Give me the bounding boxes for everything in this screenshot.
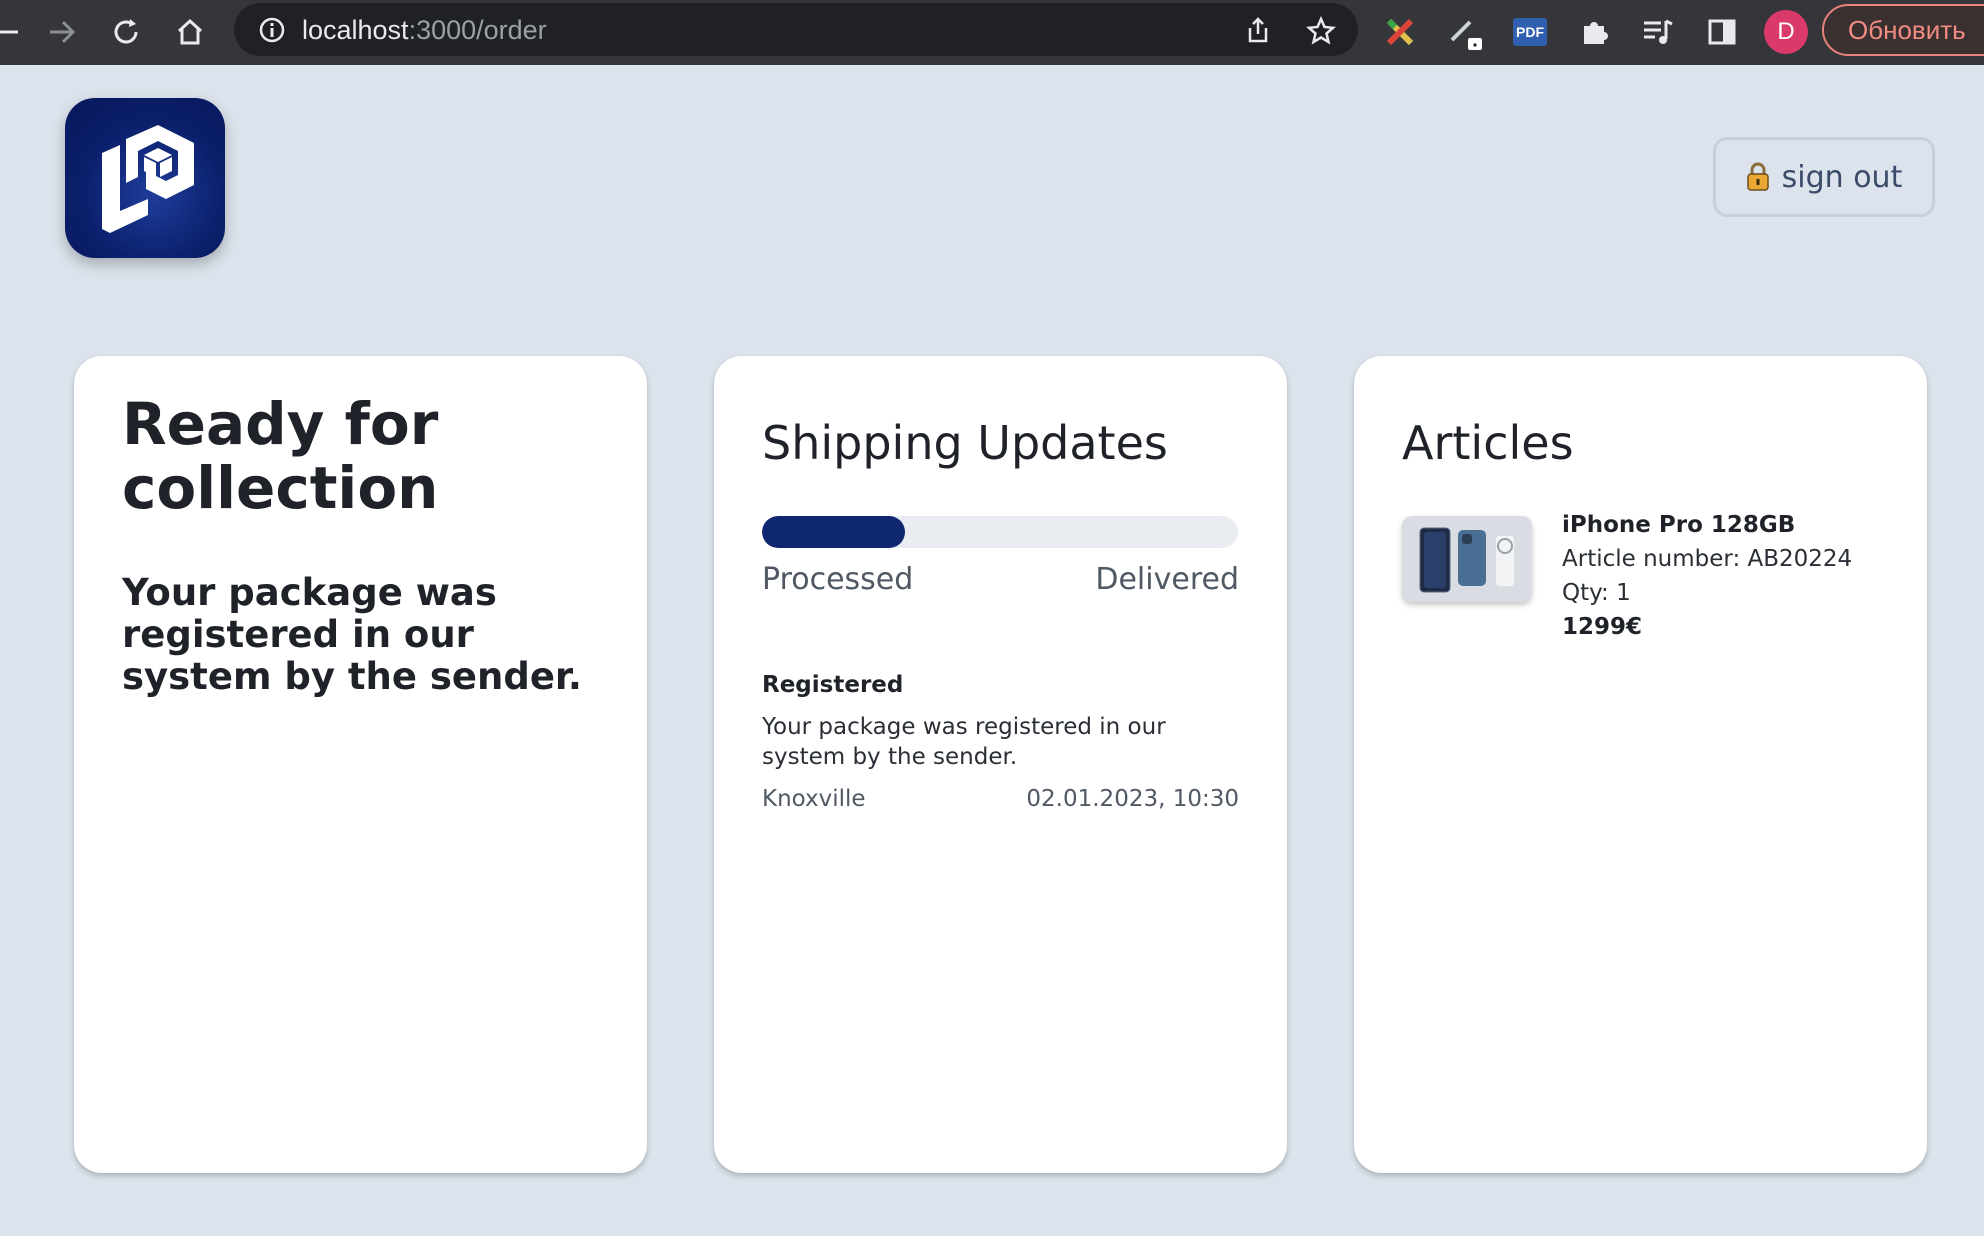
phone-product-image: [1419, 527, 1514, 593]
article-thumbnail[interactable]: [1402, 516, 1532, 602]
extensions-puzzle-icon[interactable]: [1572, 10, 1616, 54]
sign-out-button[interactable]: sign out: [1713, 137, 1935, 217]
forward-icon[interactable]: [40, 10, 84, 54]
shipping-progress-fill: [762, 516, 905, 548]
company-logo[interactable]: [65, 98, 225, 258]
article-number: Article number: AB20224: [1562, 546, 1853, 572]
status-card: Ready for collection Your package was re…: [74, 356, 647, 1173]
lock-icon: [1746, 162, 1769, 191]
logo-mark: [102, 125, 194, 233]
progress-start-label: Processed: [762, 562, 914, 597]
sign-out-label: sign out: [1781, 159, 1903, 195]
articles-card: Articles iPhone Pro 128GB Article number…: [1354, 356, 1927, 1173]
profile-avatar[interactable]: D: [1764, 10, 1808, 54]
shipping-progress-bar: [762, 516, 1238, 548]
url-host: localhost: [302, 15, 409, 45]
url-path: :3000/order: [408, 15, 547, 45]
home-icon[interactable]: [168, 10, 212, 54]
progress-end-label: Delivered: [1095, 562, 1239, 597]
address-bar[interactable]: localhost:3000/order: [234, 3, 1358, 56]
event-status: Registered: [762, 672, 904, 698]
status-description: Your package was registered in our syste…: [122, 571, 582, 698]
pdf-extension-icon[interactable]: PDF: [1508, 10, 1552, 54]
side-panel-icon[interactable]: [1700, 10, 1744, 54]
site-info-icon[interactable]: [258, 16, 286, 48]
reload-icon[interactable]: [104, 10, 148, 54]
url-text[interactable]: localhost:3000/order: [302, 15, 547, 46]
article-name: iPhone Pro 128GB: [1562, 512, 1796, 538]
pdf-badge: PDF: [1513, 18, 1547, 46]
shipping-updates-title: Shipping Updates: [762, 416, 1168, 470]
media-controls-icon[interactable]: [1636, 10, 1680, 54]
pen-extension-icon[interactable]: [1444, 10, 1488, 54]
event-timestamp: 02.01.2023, 10:30: [1026, 786, 1239, 812]
browser-toolbar: localhost:3000/order PDF D Обновить: [0, 0, 1984, 65]
update-browser-button[interactable]: Обновить: [1822, 4, 1984, 56]
article-price: 1299€: [1562, 614, 1643, 640]
share-icon[interactable]: [1244, 16, 1272, 48]
status-title: Ready for collection: [122, 390, 439, 522]
articles-title: Articles: [1402, 416, 1574, 470]
event-location: Knoxville: [762, 786, 866, 812]
ruler-extension-icon[interactable]: [1378, 10, 1422, 54]
bookmark-star-icon[interactable]: [1305, 15, 1337, 50]
shipping-updates-card: Shipping Updates Processed Delivered Reg…: [714, 356, 1287, 1173]
article-quantity: Qty: 1: [1562, 580, 1631, 606]
event-description: Your package was registered in our syste…: [762, 714, 1166, 770]
back-icon[interactable]: [0, 10, 28, 54]
